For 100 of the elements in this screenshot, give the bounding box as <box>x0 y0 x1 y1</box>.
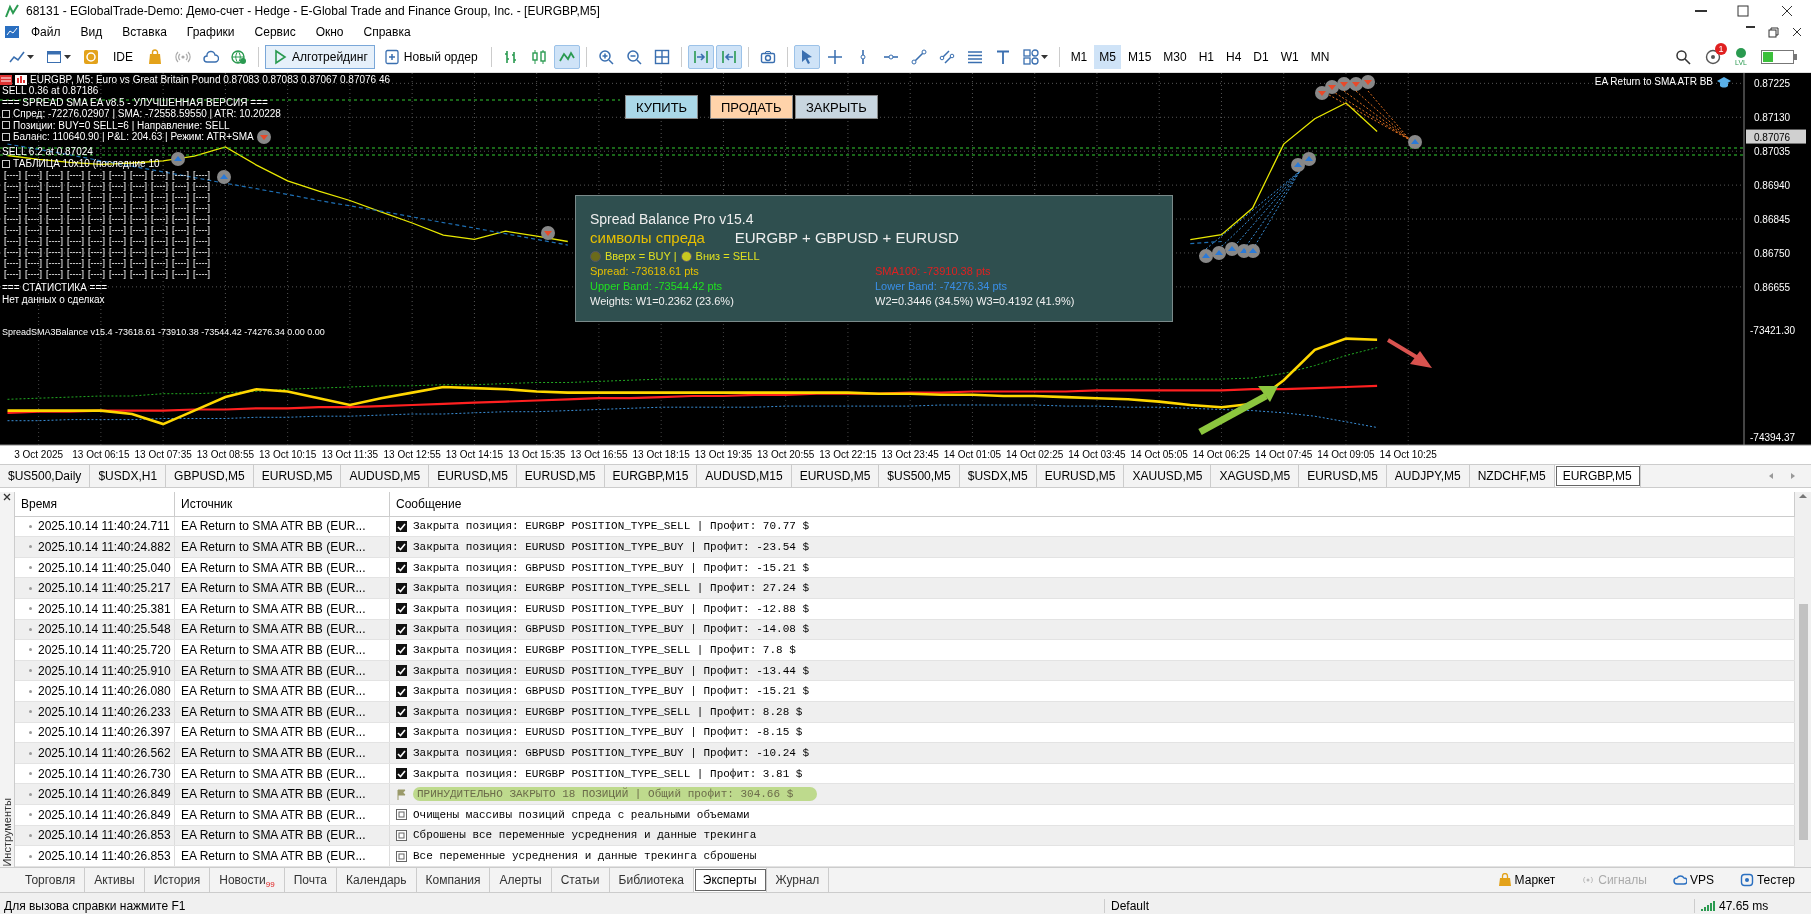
chart-tab[interactable]: AUDJPY,M5 <box>1386 465 1470 487</box>
table-cell-text: [----] <box>130 203 148 214</box>
chart-tab[interactable]: EURUSD,M5 <box>253 465 342 487</box>
log-message: Закрыта позиция: GBPUSD POSITION_TYPE_BUY | Профит: -10.24 $ <box>413 747 810 760</box>
scrollbar-thumb[interactable] <box>1798 604 1808 840</box>
log-message: Закрыта позиция: EURUSD POSITION_TYPE_BUY | Профит: -23.54 $ <box>413 540 810 553</box>
table-cell-text: [----] <box>109 269 127 280</box>
menu-item[interactable]: Справка <box>354 25 420 39</box>
chart-tab[interactable]: NZDCHF,M5 <box>1469 465 1555 487</box>
sell-button[interactable]: ПРОДАТЬ <box>710 95 793 119</box>
table-cell-text: [----] <box>130 192 148 203</box>
log-source: EA Return to SMA ATR BB (EUR... <box>181 704 366 719</box>
info-line: Спред: -72276.02907 | SMA: -72558.59550 | ATR: 10.20228 <box>13 108 281 120</box>
info-line: SELL 0.36 at 0.87186 <box>2 85 99 97</box>
table-cell-text: [----] <box>172 236 190 247</box>
time-label: 14 Oct 07:45 <box>1255 449 1313 460</box>
table-cell-text: [----] <box>172 203 190 214</box>
toolbar-button[interactable] <box>793 45 820 69</box>
bullet-icon <box>2 109 10 118</box>
close-button[interactable]: ЗАКРЫТЬ <box>795 95 878 119</box>
menu-item[interactable]: Окно <box>306 25 353 39</box>
menu-item[interactable]: Сервис <box>245 25 305 39</box>
toolbar-button[interactable] <box>715 45 742 69</box>
chart-tab[interactable]: GBPUSD,M5 <box>166 465 254 487</box>
table-cell-text: [----] <box>88 181 106 192</box>
timeframe-button[interactable]: M1 <box>1065 45 1093 69</box>
time-label: 13 Oct 19:35 <box>694 449 753 460</box>
table-cell-text: [----] <box>25 247 43 258</box>
ide-button[interactable]: IDE <box>106 45 140 69</box>
chart-tab[interactable]: $US500,M5 <box>879 465 960 487</box>
table-cell-text: [----] <box>130 247 148 258</box>
chart-tab[interactable]: EURUSD,M5 <box>791 465 880 487</box>
chart-tab[interactable]: $US500,Daily <box>0 465 91 487</box>
timeframe-button[interactable]: M30 <box>1158 45 1192 69</box>
timeframe-button[interactable]: H1 <box>1193 45 1219 69</box>
menu-item[interactable]: Графики <box>177 25 244 39</box>
column-header[interactable]: Время <box>15 492 175 516</box>
candlestick-icon <box>530 49 547 65</box>
panel-tab[interactable]: Эксперты <box>693 868 767 892</box>
table-cell-text: [----] <box>151 203 169 214</box>
timeframe-button[interactable]: M5 <box>1094 45 1121 69</box>
table-cell-text: [----] <box>46 181 64 192</box>
table-cell-text: [----] <box>151 214 169 225</box>
legend-text: Вниз = SELL <box>695 249 760 264</box>
timeframe-button[interactable]: MN <box>1305 45 1335 69</box>
stats-text: Нет данных о сделках <box>2 294 105 305</box>
chart-tab[interactable]: AUDUSD,M15 <box>697 465 792 487</box>
chart-tab[interactable]: EURUSD,M5 <box>1036 465 1125 487</box>
new-order-button[interactable]: Новый ордер <box>376 45 485 69</box>
timeframe-button[interactable]: M15 <box>1122 45 1157 69</box>
panel-stat: Spread: -73618.61 pts <box>590 264 700 279</box>
menu-item[interactable]: Вставка <box>113 25 176 39</box>
table-cell-text: [----] <box>88 269 106 280</box>
buy-button[interactable]: КУПИТЬ <box>625 95 699 119</box>
chart-tab[interactable]: $USDX,M5 <box>959 465 1037 487</box>
chart-tab[interactable]: AUDUSD,M5 <box>341 465 430 487</box>
table-cell-text: [----] <box>67 214 85 225</box>
table-cell-text: [----] <box>67 170 85 181</box>
chart-tab[interactable]: EURGBP,M15 <box>604 465 698 487</box>
toolbar-button[interactable] <box>553 45 580 69</box>
service-button[interactable]: Тестер <box>1733 872 1801 888</box>
legend-text: Вверх = BUY | <box>605 249 677 264</box>
timeframe-button[interactable]: D1 <box>1248 45 1274 69</box>
table-cell-text: [----] <box>109 225 127 236</box>
chart-tab[interactable]: EURUSD,M5 <box>429 465 517 487</box>
table-cell-text: [----] <box>88 192 106 203</box>
chart-tab[interactable]: EURUSD,M5 <box>1299 465 1387 487</box>
column-header[interactable]: Источник <box>175 492 390 516</box>
info-icon <box>396 850 407 862</box>
checkbox-icon <box>396 726 407 738</box>
table-cell-text: [----] <box>25 269 43 280</box>
log-message: Закрыта позиция: EURUSD POSITION_TYPE_BUY | Профит: -12.88 $ <box>413 602 810 615</box>
table-cell-text: [----] <box>88 258 106 269</box>
chart-bars-icon <box>15 74 27 86</box>
table-cell-text: [----] <box>109 236 127 247</box>
table-cell-text: [----] <box>193 192 211 203</box>
table-cell-text: [----] <box>130 170 148 181</box>
service-button[interactable]: Маркет <box>1491 872 1562 888</box>
toolbar-button[interactable] <box>687 45 714 69</box>
chart-tab[interactable]: EURUSD,M5 <box>516 465 605 487</box>
log-source: EA Return to SMA ATR BB (EUR... <box>181 746 366 761</box>
chart-tab[interactable]: EURGBP,M5 <box>1554 465 1641 487</box>
menu-item[interactable]: Вид <box>71 25 112 39</box>
algo-trading-button[interactable]: Алготрейдинг <box>265 45 375 69</box>
price-label: 0.86655 <box>1754 281 1791 293</box>
log-source: EA Return to SMA ATR BB (EUR... <box>181 725 366 740</box>
chart-tab[interactable]: XAUUSD,M5 <box>1124 465 1212 487</box>
log-message: ПРИНУДИТЕЛЬНО ЗАКРЫТО 18 ПОЗИЦИЙ | Общий профит: 304.66 $ <box>413 787 818 802</box>
chart-tab[interactable]: $USDX,H1 <box>90 465 167 487</box>
chart-tab[interactable]: XAGUSD,M5 <box>1211 465 1300 487</box>
table-cell-text: [----] <box>46 192 64 203</box>
zoom-in-icon <box>597 49 614 65</box>
panel-stat: W2=0.3446 (34.5%) W3=0.4192 (41.9%) <box>875 294 1076 309</box>
timeframe-button[interactable]: W1 <box>1275 45 1304 69</box>
log-source: EA Return to SMA ATR BB (EUR... <box>181 849 366 864</box>
menu-item[interactable]: Файл <box>22 25 70 39</box>
table-cell-text: [----] <box>130 236 148 247</box>
service-button[interactable]: VPS <box>1666 872 1720 888</box>
timeframe-button[interactable]: H4 <box>1221 45 1247 69</box>
crosshair-icon <box>826 49 843 65</box>
